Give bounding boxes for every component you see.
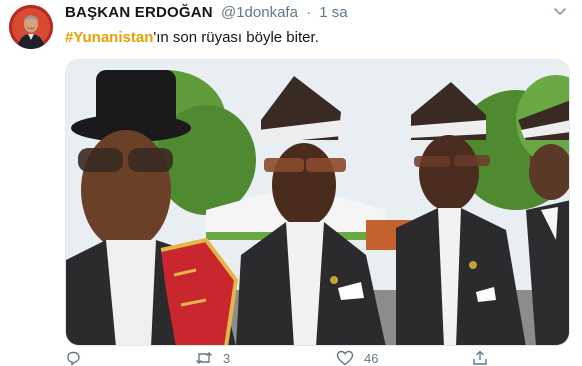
- author-handle[interactable]: @1donkafa: [221, 4, 298, 21]
- tweet-header: BAŞKAN ERDOĞAN @1donkafa · 1 sa: [65, 4, 348, 22]
- tweet-timestamp[interactable]: 1 sa: [319, 4, 347, 21]
- tweet-text: #Yunanistan'ın son rüyası böyle biter.: [65, 29, 319, 47]
- pallbearers-photo: [66, 60, 569, 345]
- tweet-media[interactable]: [65, 59, 570, 346]
- avatar[interactable]: [9, 5, 53, 49]
- tweet-body-text: 'ın son rüyası böyle biter.: [153, 29, 319, 46]
- author-name[interactable]: BAŞKAN ERDOĞAN: [65, 4, 213, 21]
- like-count: 46: [364, 350, 379, 366]
- retweet-count: 3: [223, 350, 231, 366]
- avatar-image: [9, 5, 53, 49]
- chevron-down-icon: [554, 8, 566, 15]
- tweet[interactable]: BAŞKAN ERDOĞAN @1donkafa · 1 sa #Yunanis…: [0, 0, 582, 366]
- more-options-button[interactable]: [553, 4, 567, 18]
- separator-dot: ·: [306, 4, 312, 21]
- hashtag-link[interactable]: #Yunanistan: [65, 29, 153, 46]
